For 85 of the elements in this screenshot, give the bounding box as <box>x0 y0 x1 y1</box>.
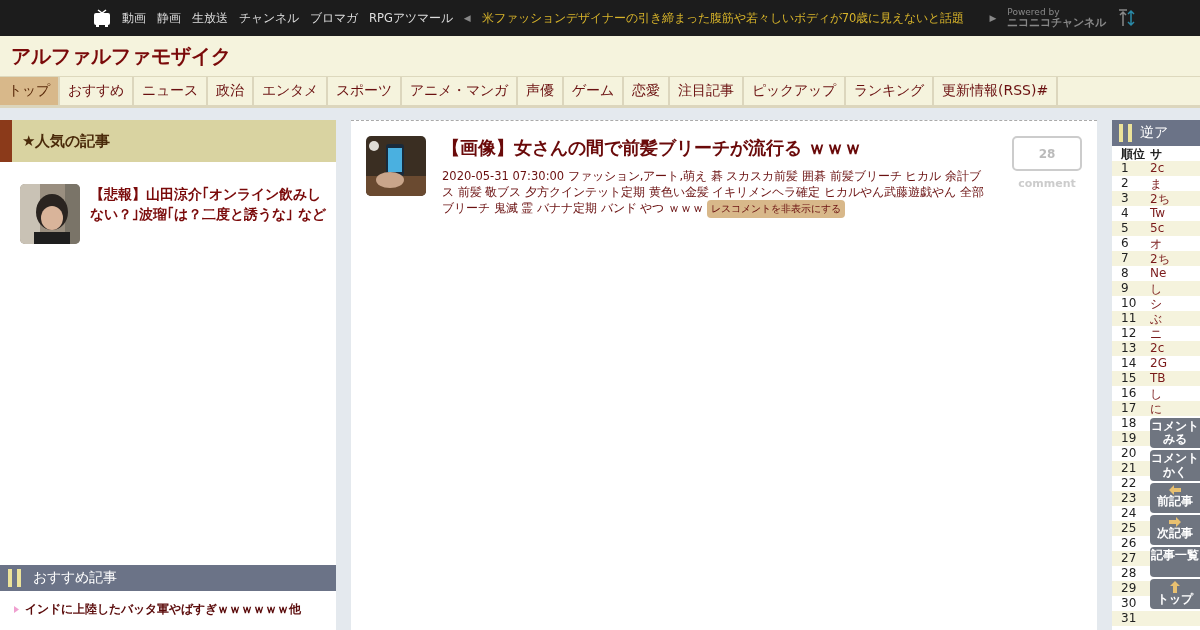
floating-nav-button[interactable]: 次記事 <box>1150 514 1200 545</box>
article-link[interactable]: インドに上陸したバッタ軍やばすぎｗｗｗｗｗｗ他 <box>25 601 301 618</box>
rank-cell-text: 25 <box>1120 521 1138 536</box>
floating-nav-button[interactable]: コメントかく <box>1150 450 1200 481</box>
rank-cell-text: 31 <box>1120 611 1138 626</box>
rank-cell-text: 5 <box>1120 221 1130 236</box>
rank-cell-text: 17 <box>1120 401 1138 416</box>
rank-cell-text: 8 <box>1120 266 1130 281</box>
section-title: おすすめ記事 <box>33 569 117 587</box>
rank-cell-text: 1 <box>1120 161 1130 176</box>
top-nav-link[interactable]: RPGアツマール <box>369 10 453 26</box>
section-header: ★人気の記事 <box>0 120 336 162</box>
article-title[interactable]: 【画像】女さんの間で前髪ブリーチが流行る ｗｗｗ <box>442 136 996 160</box>
floating-nav-button[interactable]: トップ <box>1150 578 1200 609</box>
site-link[interactable]: シ <box>1150 296 1162 311</box>
arrow-right-icon <box>1169 516 1181 527</box>
section-title: 逆ア <box>1140 124 1168 142</box>
previous-arrow[interactable]: ◀ <box>463 13 471 23</box>
site-link[interactable]: 2c <box>1150 341 1165 356</box>
rank-cell-text: 14 <box>1120 356 1138 371</box>
headline-link[interactable]: 米ファッションデザイナーの引き締まった腹筋や若々しいボディが70歳に見えないと話題 <box>481 10 965 26</box>
top-nav-link[interactable]: チャンネル <box>239 10 299 26</box>
rank-cell-text: 19 <box>1120 431 1138 446</box>
top-nav-link[interactable]: 静画 <box>157 10 181 26</box>
rank-cell-text: 4 <box>1120 206 1130 221</box>
column-header: 順位 <box>1120 146 1146 161</box>
site-link[interactable]: TB <box>1150 371 1166 386</box>
rank-cell-text: 10 <box>1120 296 1138 311</box>
powered-by-text: Powered by <box>1007 8 1060 17</box>
tv-icon[interactable] <box>93 9 111 27</box>
site-link[interactable]: Tw <box>1150 206 1166 221</box>
arrow-up-icon <box>1170 580 1180 593</box>
site-link[interactable]: オ <box>1150 236 1162 251</box>
rank-cell-text: 28 <box>1120 566 1138 581</box>
channel-logo[interactable]: ニコニコチャンネル <box>1007 17 1107 28</box>
bullet-icon <box>14 606 19 613</box>
site-link[interactable]: Ne <box>1150 266 1167 281</box>
site-link[interactable]: し <box>1150 386 1162 401</box>
article-link[interactable]: 【悲報】山田涼介｢オンライン飲みしない？｣波瑠｢は？二度と誘うな｣ など <box>90 184 326 565</box>
site-link[interactable]: に <box>1150 401 1162 416</box>
rank-cell-text: 3 <box>1120 191 1130 206</box>
rank-cell-text: 29 <box>1120 581 1138 596</box>
site-link[interactable]: 2ち <box>1150 191 1170 206</box>
arrow-left-icon <box>1169 484 1181 495</box>
rank-cell-text: 24 <box>1120 506 1138 521</box>
rank-cell-text: 20 <box>1120 446 1138 461</box>
rank-cell-text: 6 <box>1120 236 1130 251</box>
rank-cell-text: 26 <box>1120 536 1138 551</box>
rank-cell-text: 7 <box>1120 251 1130 266</box>
rank-cell-text: 21 <box>1120 461 1138 476</box>
article-meta: 2020-05-31 07:30:00 ファッション,アート,萌え 碁 スカスカ前髪 囲碁 前髪ブリーチ ヒカル 余計ブス 前髪 敬ブス 夕方クインテット定期 黄色い金髪 イキリメンヘラ確定 ヒカルやん武藤遊戯やん 全部ブリーチ 鬼滅 霊 バナナ定期 バンド やつ ｗｗｗ レスコメントを非表示にする <box>442 168 996 218</box>
rank-cell-text: 18 <box>1120 416 1138 431</box>
rank-cell-text: 15 <box>1120 371 1138 386</box>
site-link[interactable]: し <box>1150 281 1162 296</box>
floating-nav-button[interactable]: コメントみる <box>1150 418 1200 449</box>
top-nav-link[interactable]: 動画 <box>122 10 146 26</box>
rank-cell-text: 11 <box>1120 311 1138 326</box>
site-link[interactable]: ニ <box>1150 326 1162 341</box>
site-link[interactable]: 2G <box>1150 356 1167 371</box>
top-nav-link[interactable]: ブロマガ <box>310 10 358 26</box>
floating-nav-button[interactable]: 記事一覧 <box>1150 546 1200 577</box>
column-header: サ <box>1150 146 1162 161</box>
floating-nav-button[interactable]: 前記事 <box>1150 482 1200 513</box>
next-arrow[interactable]: ▶ <box>989 13 997 23</box>
rank-cell-text: 23 <box>1120 491 1138 506</box>
rank-cell-text: 9 <box>1120 281 1130 296</box>
site-link[interactable]: 2c <box>1150 161 1165 176</box>
rank-cell-text: 2 <box>1120 176 1130 191</box>
bars-icon <box>8 569 21 587</box>
rank-cell-text: 30 <box>1120 596 1138 611</box>
site-title[interactable]: アルファルファモザイク <box>11 42 231 70</box>
site-link[interactable]: ま <box>1150 176 1162 191</box>
site-link[interactable]: ぶ <box>1150 311 1162 326</box>
rank-cell-text: 13 <box>1120 341 1138 356</box>
bars-icon <box>1119 124 1132 142</box>
rank-cell-text: 22 <box>1120 476 1138 491</box>
arrows-icon[interactable] <box>1117 9 1138 27</box>
site-link[interactable]: 2ち <box>1150 251 1170 266</box>
top-nav-link[interactable]: 生放送 <box>192 10 228 26</box>
site-link[interactable]: 5c <box>1150 221 1165 236</box>
rank-cell-text: 27 <box>1120 551 1138 566</box>
nav-tab[interactable]: トップ <box>0 77 60 105</box>
rank-cell-text: 16 <box>1120 386 1138 401</box>
rank-cell-text: 12 <box>1120 326 1138 341</box>
hide-comments-button[interactable]: レスコメントを非表示にする <box>706 200 845 218</box>
